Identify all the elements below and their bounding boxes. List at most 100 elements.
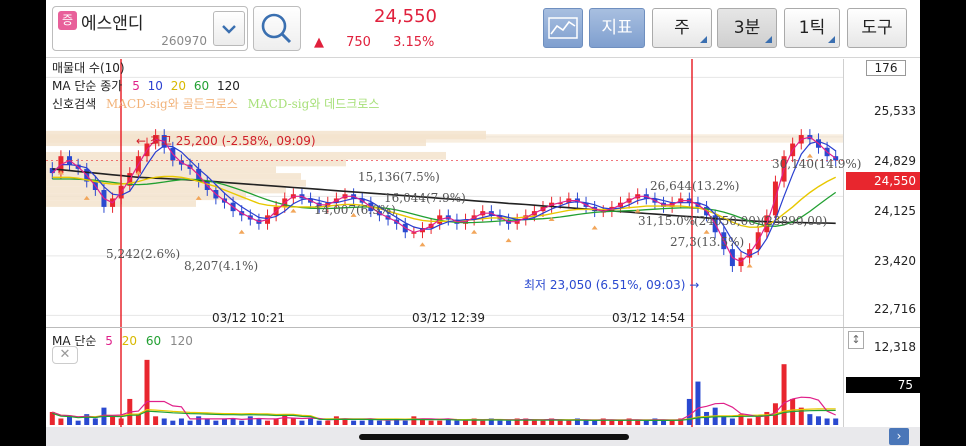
change-percent: 3.15% (393, 35, 435, 50)
volume-bar (247, 416, 253, 425)
profile-label: 5,242(2.6%) (106, 247, 181, 261)
volume-bar (359, 420, 365, 425)
volume-profile-band (46, 151, 446, 160)
volume-bar (609, 420, 615, 425)
volume-bar (480, 420, 486, 425)
current-price: 24,550 (374, 6, 437, 27)
app-window: 증 에스앤디 260970 24,550 ▲ 750 3.15% 지표 주 3분… (46, 0, 920, 446)
x-tick-label: 03/12 10:21 (212, 311, 285, 325)
volume-bar (531, 420, 537, 425)
x-tick-label: 03/12 14:54 (612, 311, 685, 325)
volume-bar (187, 420, 193, 425)
dropdown-corner-icon (828, 36, 835, 43)
scroll-icon[interactable]: ↕ (848, 331, 864, 349)
volume-bar (798, 407, 804, 425)
signal-arrow (591, 225, 598, 230)
volume-bar (385, 420, 391, 425)
volume-y-max: 12,318 (874, 340, 916, 354)
volume-bar (153, 416, 159, 425)
ma-period-60: 60 (193, 79, 210, 93)
profile-label: 30,140(14.9%) (772, 157, 862, 171)
volume-bar (299, 420, 305, 425)
volume-bar (333, 416, 339, 425)
dropdown-corner-icon (765, 36, 772, 43)
volume-bar (764, 411, 770, 425)
volume-current: 75 (846, 377, 920, 393)
volume-bar (265, 420, 271, 425)
signal-arrow (505, 238, 512, 243)
volume-bar (506, 420, 512, 425)
signal-arrow (419, 242, 426, 247)
ma-legend-title: MA 단순 종가 (52, 79, 123, 93)
volume-bar (454, 420, 460, 425)
volume-bar (58, 418, 64, 425)
profile-label: 16,044(7.9%) (384, 191, 466, 205)
volume-bar (807, 414, 813, 425)
volume-bar (583, 420, 589, 425)
volume-bar (239, 420, 245, 425)
ma-period-20: 20 (170, 79, 187, 93)
pane-separator[interactable] (46, 327, 920, 328)
price-chart[interactable]: 매물대 수(10) MA 단순 종가 5 10 20 60 120 신호검색 M… (46, 59, 920, 446)
signal-arrow (703, 229, 710, 234)
high-annotation: ← 최고 25,200 (-2.58%, 09:09) (136, 134, 316, 148)
volume-bar (351, 420, 357, 425)
volume-bar (747, 418, 753, 425)
tick-button[interactable]: 1틱 (784, 8, 840, 48)
tick-label: 1틱 (798, 18, 826, 38)
profile-label: 26,644(13.2%) (650, 179, 740, 193)
volume-profile-count: 176 (866, 60, 906, 76)
vol-ma20-line (52, 408, 836, 421)
change-amount: 750 (346, 35, 371, 50)
change-arrow: ▲ (314, 35, 324, 50)
volume-bar (110, 416, 116, 425)
volume-bar (411, 416, 417, 425)
chevron-down-icon (222, 25, 236, 34)
close-pane-button[interactable]: ✕ (52, 346, 78, 364)
volume-bar (144, 359, 150, 425)
indicator-button[interactable]: 지표 (589, 8, 645, 48)
volume-bar (833, 418, 839, 425)
interval-label: 3분 (733, 18, 761, 38)
profile-label: 27,3(13.5%) (670, 235, 745, 249)
volume-bar (161, 418, 167, 425)
chart-type-button[interactable] (543, 8, 583, 48)
ma-period-5: 5 (132, 79, 140, 93)
stock-dropdown-button[interactable] (213, 11, 245, 46)
tools-button[interactable]: 도구 (847, 8, 907, 48)
vol-ma-60: 60 (145, 334, 162, 348)
search-icon (261, 13, 292, 44)
signal-golden-cross: MACD-sig와 골든크로스 (106, 97, 238, 111)
signal-legend: 신호검색 MACD-sig와 골든크로스 MACD-sig와 데드크로스 (52, 95, 385, 112)
ma-period-10: 10 (147, 79, 163, 93)
next-page-button[interactable]: › (889, 428, 909, 445)
signal-arrow (746, 263, 753, 268)
volume-bar (704, 411, 710, 425)
header-bar: 증 에스앤디 260970 24,550 ▲ 750 3.15% 지표 주 3분… (46, 0, 920, 58)
volume-bar (308, 418, 314, 425)
volume-bar (540, 420, 546, 425)
search-button[interactable] (253, 6, 301, 51)
y-tick-label: 22,716 (874, 302, 916, 316)
stock-name: 에스앤디 (81, 14, 144, 34)
volume-bar (213, 420, 219, 425)
home-indicator[interactable] (359, 434, 629, 440)
volume-bar (686, 398, 692, 425)
volume-bar (592, 420, 598, 425)
stock-selector[interactable]: 증 에스앤디 260970 (52, 6, 248, 51)
volume-bar (824, 418, 830, 425)
y-tick-label: 25,533 (874, 104, 916, 118)
vol-ma-20: 20 (121, 334, 138, 348)
stock-code: 260970 (161, 34, 207, 48)
ma-legend: MA 단순 종가 5 10 20 60 120 (52, 77, 246, 94)
interval-button[interactable]: 3분 (717, 8, 777, 48)
signal-dead-cross: MACD-sig와 데드크로스 (247, 97, 380, 111)
profile-label: 15,136(7.5%) (358, 170, 440, 184)
period-week-label: 주 (674, 18, 690, 38)
volume-bar (290, 418, 296, 425)
volume-bar (256, 418, 262, 425)
low-annotation: 최저 23,050 (6.51%, 09:03) → (524, 278, 700, 292)
volume-bar (170, 420, 176, 425)
period-week-button[interactable]: 주 (652, 8, 712, 48)
volume-bar (325, 420, 331, 425)
